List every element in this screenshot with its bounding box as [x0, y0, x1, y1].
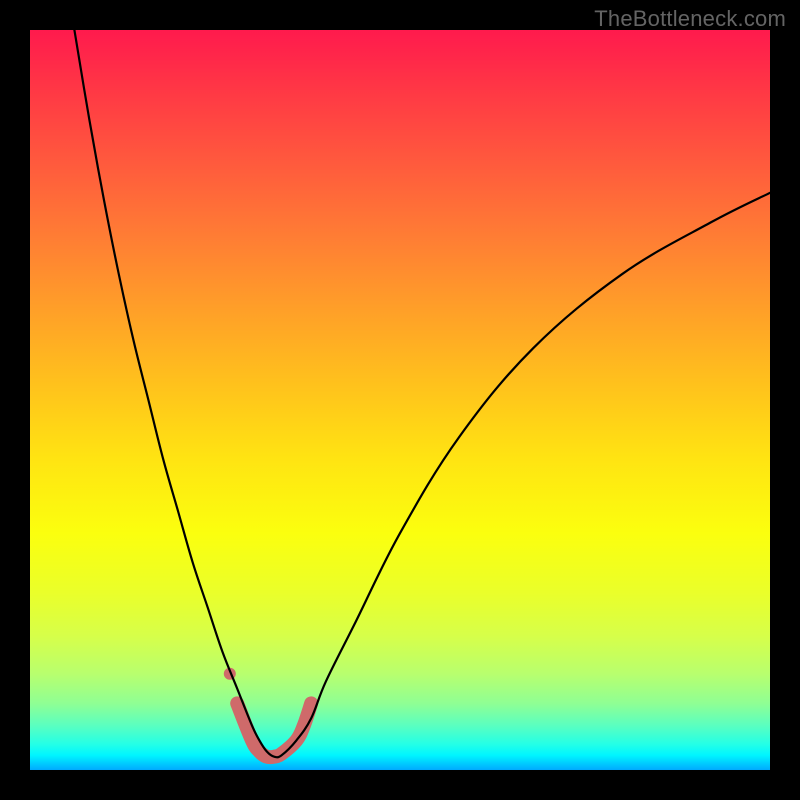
chart-svg: [30, 30, 770, 770]
attribution-text: TheBottleneck.com: [594, 6, 786, 32]
plot-area: [30, 30, 770, 770]
chart-frame: TheBottleneck.com: [0, 0, 800, 800]
optimal-range-highlight: [237, 703, 311, 757]
bottleneck-curve: [74, 30, 770, 757]
